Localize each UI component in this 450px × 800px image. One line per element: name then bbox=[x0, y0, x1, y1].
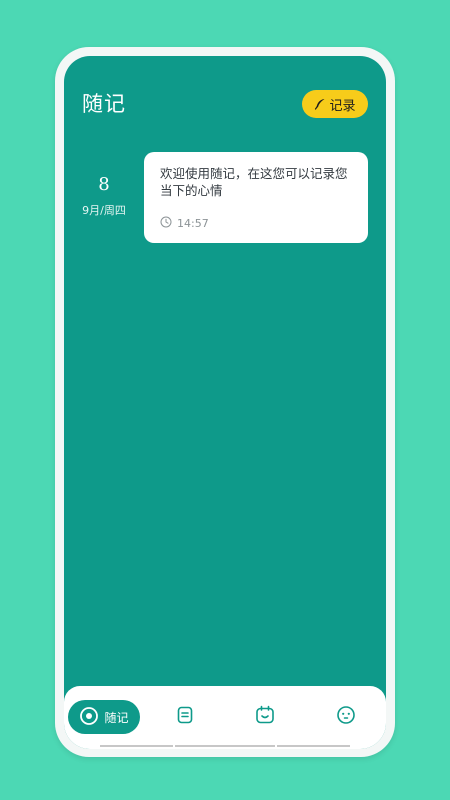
app-screen: 随记 记录 8 9月/周四 欢迎使用随记，在这您可以记录您当下的心情 14:57 bbox=[64, 56, 386, 749]
nav-item-calendar[interactable] bbox=[253, 705, 277, 729]
record-button-label: 记录 bbox=[329, 98, 356, 114]
entry-month-weekday: 9月/周四 bbox=[82, 204, 126, 217]
note-timestamp: 14:57 bbox=[160, 216, 209, 231]
record-button[interactable]: 记录 bbox=[302, 90, 368, 118]
clock-icon bbox=[160, 216, 172, 231]
page-title: 随记 bbox=[82, 92, 126, 116]
nav-indicator-segment bbox=[175, 745, 275, 747]
note-icon bbox=[176, 706, 194, 728]
calendar-face-icon bbox=[255, 705, 275, 729]
nav-item-mine[interactable] bbox=[334, 705, 358, 729]
note-text: 欢迎使用随记，在这您可以记录您当下的心情 bbox=[160, 166, 348, 198]
note-time-text: 14:57 bbox=[177, 217, 209, 230]
bottom-nav: 随记 bbox=[64, 686, 386, 749]
nav-item-notes[interactable]: 随记 bbox=[68, 700, 140, 734]
note-card[interactable]: 欢迎使用随记，在这您可以记录您当下的心情 14:57 bbox=[144, 152, 368, 243]
nav-item-notes-label: 随记 bbox=[104, 710, 129, 725]
face-icon bbox=[336, 705, 356, 729]
feather-pen-icon bbox=[314, 98, 326, 110]
nav-indicator-segment bbox=[277, 745, 350, 747]
entry-day: 8 bbox=[98, 174, 110, 195]
disc-icon bbox=[79, 706, 99, 729]
nav-item-list[interactable] bbox=[173, 705, 197, 729]
nav-indicator-segment bbox=[100, 745, 173, 747]
entry-date: 8 9月/周四 bbox=[72, 174, 136, 218]
